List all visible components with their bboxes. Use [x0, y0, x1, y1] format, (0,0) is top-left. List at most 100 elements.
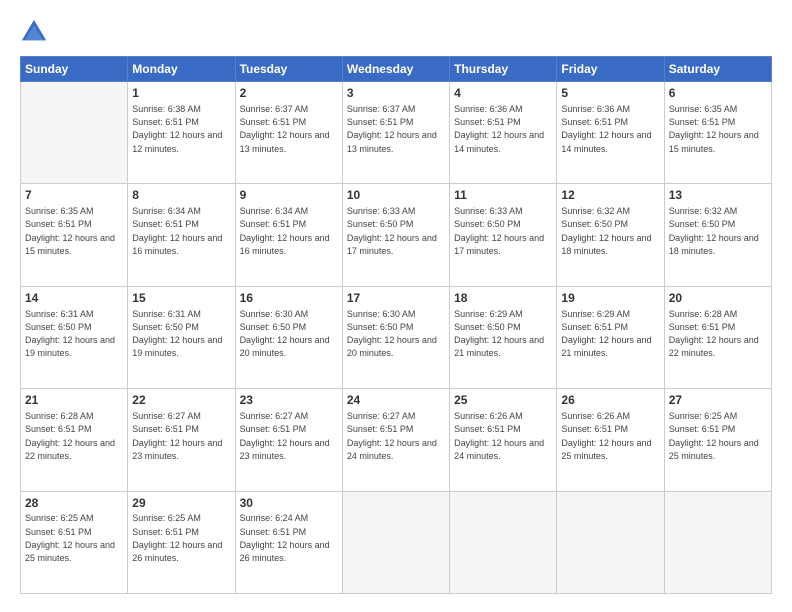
day-info: Sunrise: 6:31 AMSunset: 6:50 PMDaylight:… [132, 309, 222, 359]
day-info: Sunrise: 6:27 AMSunset: 6:51 PMDaylight:… [240, 411, 330, 461]
calendar-cell: 9 Sunrise: 6:34 AMSunset: 6:51 PMDayligh… [235, 184, 342, 286]
calendar-week-row: 14 Sunrise: 6:31 AMSunset: 6:50 PMDaylig… [21, 286, 772, 388]
day-number: 8 [132, 187, 230, 204]
day-info: Sunrise: 6:33 AMSunset: 6:50 PMDaylight:… [454, 206, 544, 256]
day-number: 27 [669, 392, 767, 409]
calendar-cell [557, 491, 664, 593]
calendar-cell: 8 Sunrise: 6:34 AMSunset: 6:51 PMDayligh… [128, 184, 235, 286]
day-info: Sunrise: 6:36 AMSunset: 6:51 PMDaylight:… [561, 104, 651, 154]
calendar-cell: 15 Sunrise: 6:31 AMSunset: 6:50 PMDaylig… [128, 286, 235, 388]
page: SundayMondayTuesdayWednesdayThursdayFrid… [0, 0, 792, 612]
day-info: Sunrise: 6:37 AMSunset: 6:51 PMDaylight:… [347, 104, 437, 154]
logo-icon [20, 18, 48, 46]
calendar-day-header: Tuesday [235, 57, 342, 82]
day-number: 18 [454, 290, 552, 307]
calendar-week-row: 28 Sunrise: 6:25 AMSunset: 6:51 PMDaylig… [21, 491, 772, 593]
day-info: Sunrise: 6:28 AMSunset: 6:51 PMDaylight:… [669, 309, 759, 359]
day-number: 17 [347, 290, 445, 307]
day-number: 29 [132, 495, 230, 512]
calendar-cell: 12 Sunrise: 6:32 AMSunset: 6:50 PMDaylig… [557, 184, 664, 286]
day-info: Sunrise: 6:27 AMSunset: 6:51 PMDaylight:… [132, 411, 222, 461]
calendar-cell: 26 Sunrise: 6:26 AMSunset: 6:51 PMDaylig… [557, 389, 664, 491]
day-number: 19 [561, 290, 659, 307]
day-info: Sunrise: 6:24 AMSunset: 6:51 PMDaylight:… [240, 513, 330, 563]
day-number: 22 [132, 392, 230, 409]
calendar-cell: 17 Sunrise: 6:30 AMSunset: 6:50 PMDaylig… [342, 286, 449, 388]
day-info: Sunrise: 6:25 AMSunset: 6:51 PMDaylight:… [669, 411, 759, 461]
header [20, 18, 772, 46]
calendar-week-row: 1 Sunrise: 6:38 AMSunset: 6:51 PMDayligh… [21, 82, 772, 184]
calendar-cell: 19 Sunrise: 6:29 AMSunset: 6:51 PMDaylig… [557, 286, 664, 388]
day-info: Sunrise: 6:32 AMSunset: 6:50 PMDaylight:… [561, 206, 651, 256]
calendar-week-row: 7 Sunrise: 6:35 AMSunset: 6:51 PMDayligh… [21, 184, 772, 286]
day-info: Sunrise: 6:36 AMSunset: 6:51 PMDaylight:… [454, 104, 544, 154]
day-info: Sunrise: 6:28 AMSunset: 6:51 PMDaylight:… [25, 411, 115, 461]
day-number: 13 [669, 187, 767, 204]
day-info: Sunrise: 6:38 AMSunset: 6:51 PMDaylight:… [132, 104, 222, 154]
calendar-cell: 28 Sunrise: 6:25 AMSunset: 6:51 PMDaylig… [21, 491, 128, 593]
calendar-day-header: Wednesday [342, 57, 449, 82]
day-number: 21 [25, 392, 123, 409]
day-number: 6 [669, 85, 767, 102]
day-number: 7 [25, 187, 123, 204]
calendar-cell: 20 Sunrise: 6:28 AMSunset: 6:51 PMDaylig… [664, 286, 771, 388]
day-number: 26 [561, 392, 659, 409]
day-number: 23 [240, 392, 338, 409]
day-number: 14 [25, 290, 123, 307]
day-info: Sunrise: 6:31 AMSunset: 6:50 PMDaylight:… [25, 309, 115, 359]
day-info: Sunrise: 6:33 AMSunset: 6:50 PMDaylight:… [347, 206, 437, 256]
day-number: 16 [240, 290, 338, 307]
day-number: 4 [454, 85, 552, 102]
day-info: Sunrise: 6:30 AMSunset: 6:50 PMDaylight:… [240, 309, 330, 359]
day-info: Sunrise: 6:25 AMSunset: 6:51 PMDaylight:… [25, 513, 115, 563]
day-number: 11 [454, 187, 552, 204]
calendar-day-header: Saturday [664, 57, 771, 82]
day-info: Sunrise: 6:32 AMSunset: 6:50 PMDaylight:… [669, 206, 759, 256]
calendar-cell: 11 Sunrise: 6:33 AMSunset: 6:50 PMDaylig… [450, 184, 557, 286]
day-number: 30 [240, 495, 338, 512]
day-info: Sunrise: 6:37 AMSunset: 6:51 PMDaylight:… [240, 104, 330, 154]
calendar-cell [450, 491, 557, 593]
day-info: Sunrise: 6:34 AMSunset: 6:51 PMDaylight:… [132, 206, 222, 256]
calendar-day-header: Thursday [450, 57, 557, 82]
calendar-cell: 29 Sunrise: 6:25 AMSunset: 6:51 PMDaylig… [128, 491, 235, 593]
calendar-cell: 2 Sunrise: 6:37 AMSunset: 6:51 PMDayligh… [235, 82, 342, 184]
calendar-cell: 22 Sunrise: 6:27 AMSunset: 6:51 PMDaylig… [128, 389, 235, 491]
day-number: 5 [561, 85, 659, 102]
day-number: 25 [454, 392, 552, 409]
calendar-cell: 24 Sunrise: 6:27 AMSunset: 6:51 PMDaylig… [342, 389, 449, 491]
day-number: 12 [561, 187, 659, 204]
calendar-cell: 5 Sunrise: 6:36 AMSunset: 6:51 PMDayligh… [557, 82, 664, 184]
day-info: Sunrise: 6:25 AMSunset: 6:51 PMDaylight:… [132, 513, 222, 563]
day-info: Sunrise: 6:26 AMSunset: 6:51 PMDaylight:… [561, 411, 651, 461]
day-number: 10 [347, 187, 445, 204]
day-number: 2 [240, 85, 338, 102]
day-info: Sunrise: 6:29 AMSunset: 6:50 PMDaylight:… [454, 309, 544, 359]
day-number: 15 [132, 290, 230, 307]
day-info: Sunrise: 6:30 AMSunset: 6:50 PMDaylight:… [347, 309, 437, 359]
calendar-cell: 6 Sunrise: 6:35 AMSunset: 6:51 PMDayligh… [664, 82, 771, 184]
calendar-cell [664, 491, 771, 593]
calendar-cell: 7 Sunrise: 6:35 AMSunset: 6:51 PMDayligh… [21, 184, 128, 286]
day-info: Sunrise: 6:27 AMSunset: 6:51 PMDaylight:… [347, 411, 437, 461]
day-number: 20 [669, 290, 767, 307]
day-info: Sunrise: 6:26 AMSunset: 6:51 PMDaylight:… [454, 411, 544, 461]
calendar-cell: 21 Sunrise: 6:28 AMSunset: 6:51 PMDaylig… [21, 389, 128, 491]
day-info: Sunrise: 6:35 AMSunset: 6:51 PMDaylight:… [25, 206, 115, 256]
day-number: 28 [25, 495, 123, 512]
calendar-cell [21, 82, 128, 184]
day-number: 1 [132, 85, 230, 102]
calendar-cell: 1 Sunrise: 6:38 AMSunset: 6:51 PMDayligh… [128, 82, 235, 184]
calendar-cell: 16 Sunrise: 6:30 AMSunset: 6:50 PMDaylig… [235, 286, 342, 388]
calendar-cell: 25 Sunrise: 6:26 AMSunset: 6:51 PMDaylig… [450, 389, 557, 491]
day-number: 9 [240, 187, 338, 204]
day-info: Sunrise: 6:35 AMSunset: 6:51 PMDaylight:… [669, 104, 759, 154]
calendar-cell: 23 Sunrise: 6:27 AMSunset: 6:51 PMDaylig… [235, 389, 342, 491]
day-info: Sunrise: 6:34 AMSunset: 6:51 PMDaylight:… [240, 206, 330, 256]
calendar-day-header: Monday [128, 57, 235, 82]
calendar-week-row: 21 Sunrise: 6:28 AMSunset: 6:51 PMDaylig… [21, 389, 772, 491]
calendar-day-header: Sunday [21, 57, 128, 82]
day-number: 3 [347, 85, 445, 102]
calendar-table: SundayMondayTuesdayWednesdayThursdayFrid… [20, 56, 772, 594]
calendar-header: SundayMondayTuesdayWednesdayThursdayFrid… [21, 57, 772, 82]
